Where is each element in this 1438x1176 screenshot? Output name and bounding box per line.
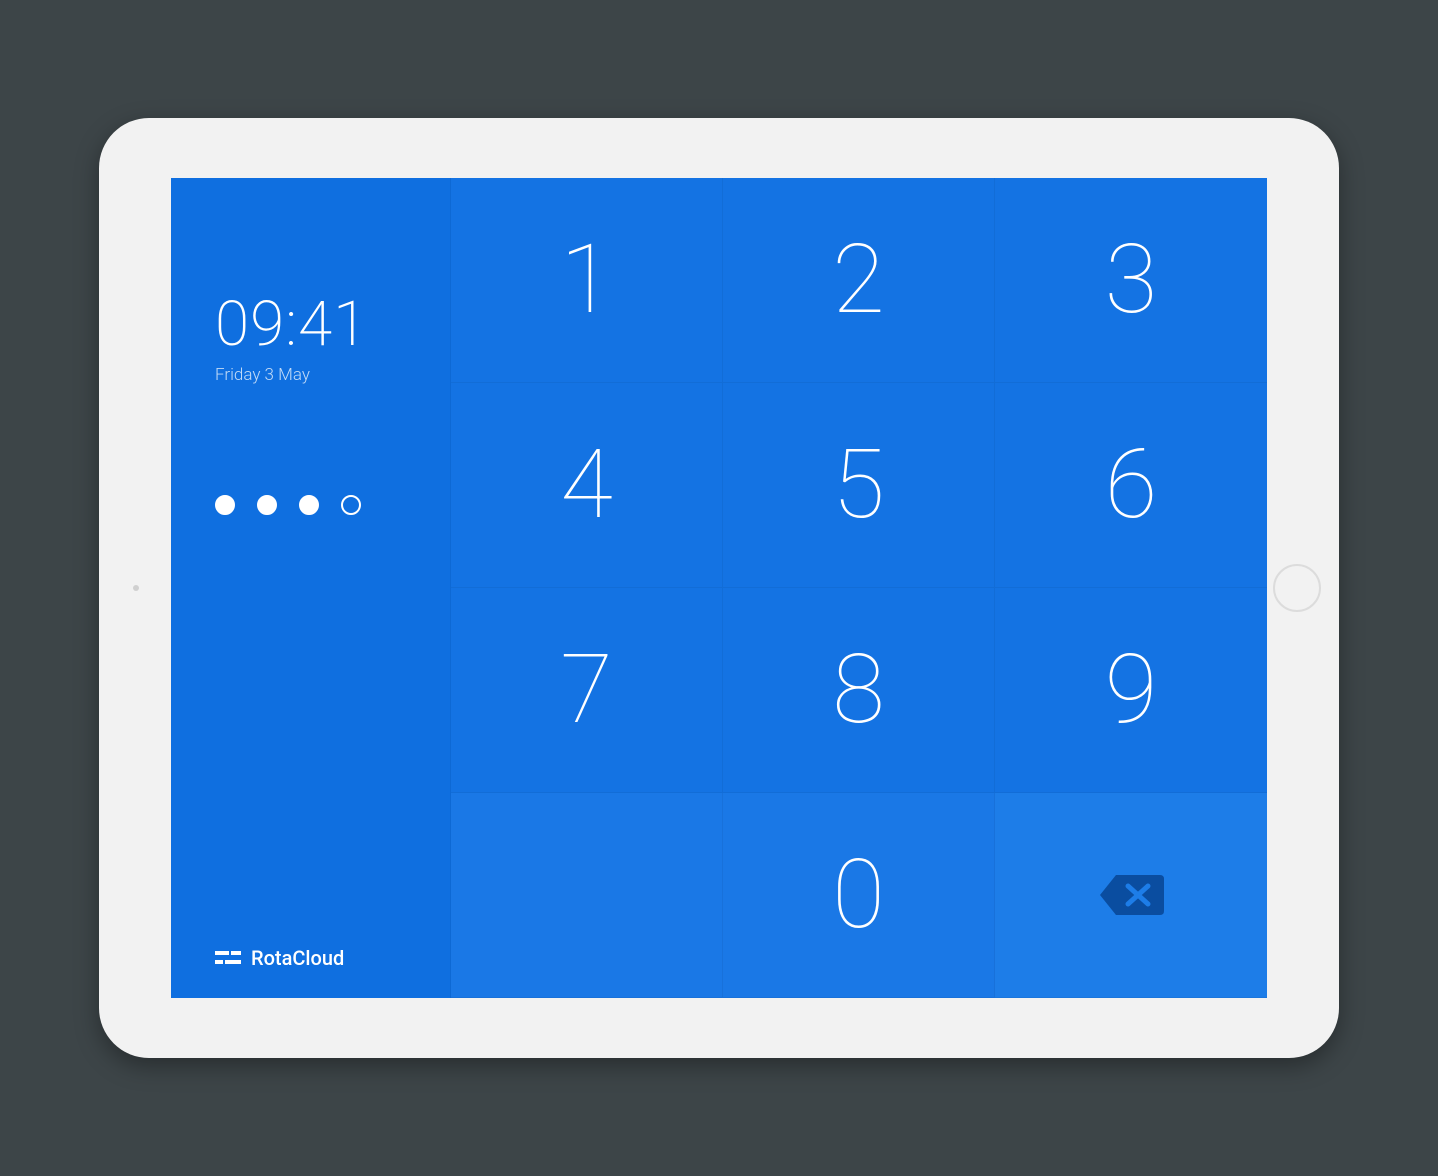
clock-date: Friday 3 May [215, 365, 450, 385]
key-1[interactable]: 1 [451, 178, 723, 383]
sidebar: 09:41 Friday 3 May RotaClo [171, 178, 451, 998]
time-block: 09:41 Friday 3 May [171, 178, 450, 385]
brand-icon [215, 948, 241, 968]
clock-time: 09:41 [215, 288, 450, 361]
front-camera [133, 585, 139, 591]
key-2[interactable]: 2 [723, 178, 995, 383]
pin-dot-4 [341, 495, 361, 515]
brand-name: RotaCloud [251, 946, 344, 970]
key-5[interactable]: 5 [723, 383, 995, 588]
home-button[interactable] [1273, 564, 1321, 612]
key-8[interactable]: 8 [723, 588, 995, 793]
tablet-frame: 09:41 Friday 3 May RotaClo [99, 118, 1339, 1058]
app-screen: 09:41 Friday 3 May RotaClo [171, 178, 1267, 998]
backspace-icon [1098, 873, 1164, 917]
pin-dot-1 [215, 495, 235, 515]
pin-dot-2 [257, 495, 277, 515]
key-7[interactable]: 7 [451, 588, 723, 793]
key-0[interactable]: 0 [723, 793, 995, 998]
keypad: 1 2 3 4 5 6 7 8 9 0 [451, 178, 1267, 998]
key-backspace[interactable] [995, 793, 1267, 998]
brand-logo: RotaCloud [215, 946, 344, 970]
pin-indicator [171, 495, 450, 515]
pin-dot-3 [299, 495, 319, 515]
key-4[interactable]: 4 [451, 383, 723, 588]
key-3[interactable]: 3 [995, 178, 1267, 383]
key-6[interactable]: 6 [995, 383, 1267, 588]
key-blank [451, 793, 723, 998]
key-9[interactable]: 9 [995, 588, 1267, 793]
